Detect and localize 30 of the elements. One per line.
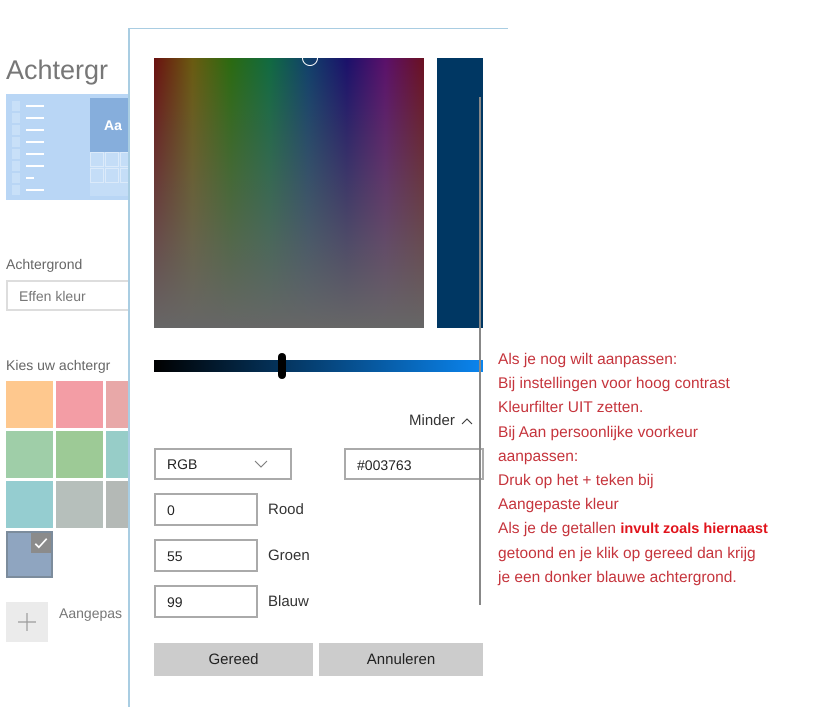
color-swatch[interactable] [56,481,103,528]
value-field[interactable]: 99 [154,585,258,618]
color-swatch[interactable] [56,381,103,428]
custom-color-label: Aangepas [59,605,122,621]
channel-label: Blauw [268,593,309,610]
less-toggle[interactable]: Minder [409,412,473,429]
color-swatch[interactable] [56,431,103,478]
channel-label: Rood [268,501,304,518]
page-title: Achtergr [6,54,110,86]
chevron-down-icon [254,460,268,468]
mode-dropdown[interactable]: RGB [154,448,292,480]
add-button[interactable] [6,602,48,642]
preview-label: Aa [104,117,122,133]
slider-thumb[interactable] [278,353,286,379]
instruction-note: Als je nog wilt aanpassen: Bij instellingen voor hoog contrast Kleurfilter UIT zetten. Bij Aan persoonlijke voorkeur aanpassen: Druk op het + teken bij Aangepaste kleur Als je de getallen invult zoals hiernaast getoond en je klik op gereed dan krijg je een donker blauwe achtergrond. [498,350,768,588]
value-field[interactable]: 0 [154,493,258,526]
chevron-up-icon [460,416,473,424]
color-swatch[interactable] [6,531,53,578]
color-swatch[interactable] [6,481,53,528]
plus-icon [17,612,37,632]
channel-label: Groen [268,547,310,564]
hex-field[interactable]: #003763 [344,448,484,480]
value-field[interactable]: 55 [154,539,258,572]
dialog-button[interactable]: Gereed [154,643,313,676]
dialog-button[interactable]: Annuleren [319,643,483,676]
checkmark-icon [31,533,51,553]
section-label: Kies uw achtergr [6,357,112,373]
field-label: Achtergrond [6,256,84,272]
color-swatch[interactable] [6,431,53,478]
color-swatch[interactable] [6,381,53,428]
